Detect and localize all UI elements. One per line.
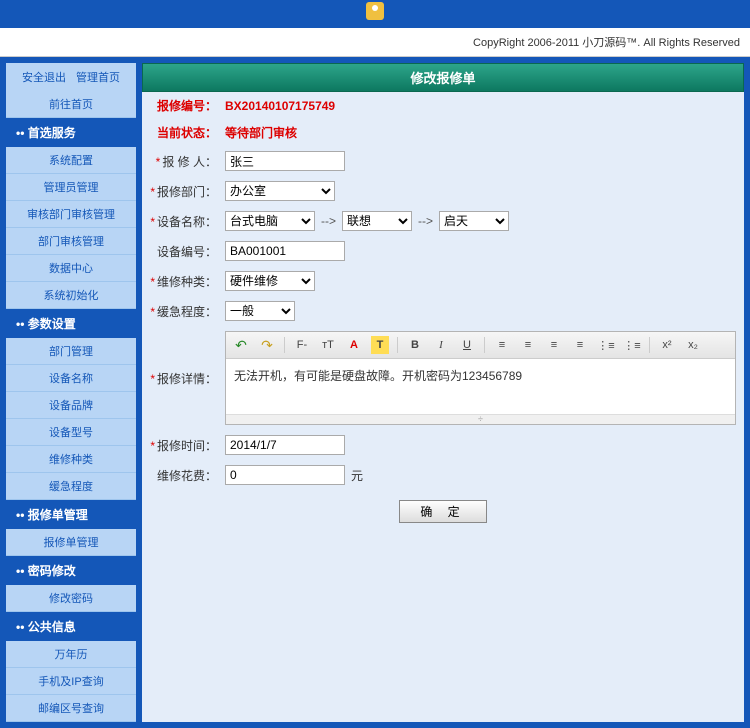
undo-icon[interactable]: ↶	[232, 336, 250, 354]
content-panel: 修改报修单 报修编号： BX20140107175749 当前状态： 等待部门审…	[142, 63, 744, 722]
repair-time-label: *报修时间：	[150, 437, 225, 454]
urgency-select[interactable]: 一般	[225, 301, 295, 321]
sidebar-item[interactable]: 部门管理	[6, 338, 136, 365]
cost-input[interactable]	[225, 465, 345, 485]
sidebar-item[interactable]: 设备名称	[6, 365, 136, 392]
details-label: *报修详情：	[150, 370, 225, 387]
status-label: 当前状态：	[150, 124, 225, 141]
ordered-list-icon[interactable]: ⋮≡	[597, 336, 615, 354]
repair-type-label: *维修种类：	[150, 273, 225, 290]
editor-textarea[interactable]: 无法开机，有可能是硬盘故障。开机密码为123456789	[226, 359, 735, 414]
copyright-bar: CopyRight 2006-2011 小刀源码™. All Rights Re…	[0, 28, 750, 57]
reporter-label: *报 修 人：	[150, 153, 225, 170]
rich-editor: ↶ ↷ F- тT A T B I U ≡ ≡ ≡	[225, 331, 736, 425]
admin-home-link[interactable]: 管理首页	[76, 72, 120, 84]
sidebar-item[interactable]: 审核部门审核管理	[6, 201, 136, 228]
sidebar-item[interactable]: 系统配置	[6, 147, 136, 174]
repair-time-input[interactable]	[225, 435, 345, 455]
subscript-icon[interactable]: x₂	[684, 336, 702, 354]
urgency-label: *缓急程度：	[150, 303, 225, 320]
sidebar-item[interactable]: 万年历	[6, 641, 136, 668]
cost-label: 维修花费：	[150, 467, 225, 484]
status-value: 等待部门审核	[225, 124, 297, 141]
font-size-icon[interactable]: тT	[319, 336, 337, 354]
device-no-input[interactable]	[225, 241, 345, 261]
panel-title: 修改报修单	[142, 63, 744, 92]
underline-icon[interactable]: U	[458, 336, 476, 354]
device-no-label: 设备编号：	[150, 243, 225, 260]
sidebar-item[interactable]: 修改密码	[6, 585, 136, 612]
unordered-list-icon[interactable]: ⋮≡	[623, 336, 641, 354]
cost-unit: 元	[351, 467, 363, 484]
repair-no-label: 报修编号：	[150, 97, 225, 114]
align-center-icon[interactable]: ≡	[519, 336, 537, 354]
arrow-icon: -->	[418, 214, 433, 228]
sidebar-pre-home[interactable]: 前往首页	[6, 91, 136, 118]
sidebar-item[interactable]: 系统初始化	[6, 282, 136, 309]
device-level1-select[interactable]: 台式电脑	[225, 211, 315, 231]
app-header	[0, 0, 750, 28]
redo-icon[interactable]: ↷	[258, 336, 276, 354]
app-logo-icon	[366, 2, 384, 20]
device-name-label: *设备名称：	[150, 213, 225, 230]
sidebar-item[interactable]: 数据中心	[6, 255, 136, 282]
align-left-icon[interactable]: ≡	[493, 336, 511, 354]
sidebar-item[interactable]: 手机及IP查询	[6, 668, 136, 695]
sidebar-section-header[interactable]: 参数设置	[6, 309, 136, 338]
sidebar-section-header[interactable]: 首选服务	[6, 118, 136, 147]
sidebar-item[interactable]: 设备品牌	[6, 392, 136, 419]
italic-icon[interactable]: I	[432, 336, 450, 354]
bold-icon[interactable]: B	[406, 336, 424, 354]
sidebar-item[interactable]: 报修单管理	[6, 529, 136, 556]
sidebar-section-header[interactable]: 报修单管理	[6, 500, 136, 529]
superscript-icon[interactable]: x²	[658, 336, 676, 354]
sidebar-section-header[interactable]: 公共信息	[6, 612, 136, 641]
sidebar-item[interactable]: 缓急程度	[6, 473, 136, 500]
font-color-icon[interactable]: A	[345, 336, 363, 354]
reporter-input[interactable]	[225, 151, 345, 171]
sidebar-item[interactable]: 管理员管理	[6, 174, 136, 201]
sidebar-item[interactable]: 设备型号	[6, 419, 136, 446]
device-level3-select[interactable]: 启天	[439, 211, 509, 231]
editor-resize-handle[interactable]: ÷	[226, 414, 735, 424]
arrow-icon: -->	[321, 214, 336, 228]
repair-no-value: BX20140107175749	[225, 99, 335, 113]
highlight-icon[interactable]: T	[371, 336, 389, 354]
sidebar-top-links: 安全退出 管理首页	[6, 63, 136, 91]
sidebar: 安全退出 管理首页 前往首页 首选服务系统配置管理员管理审核部门审核管理部门审核…	[6, 63, 136, 722]
editor-toolbar: ↶ ↷ F- тT A T B I U ≡ ≡ ≡	[226, 332, 735, 359]
device-level2-select[interactable]: 联想	[342, 211, 412, 231]
sidebar-item[interactable]: 维修种类	[6, 446, 136, 473]
font-family-icon[interactable]: F-	[293, 336, 311, 354]
department-select[interactable]: 办公室	[225, 181, 335, 201]
submit-button[interactable]: 确 定	[399, 500, 486, 523]
logout-link[interactable]: 安全退出	[22, 72, 66, 84]
department-label: *报修部门：	[150, 183, 225, 200]
align-justify-icon[interactable]: ≡	[571, 336, 589, 354]
repair-type-select[interactable]: 硬件维修	[225, 271, 315, 291]
sidebar-item[interactable]: 邮编区号查询	[6, 695, 136, 722]
sidebar-item[interactable]: 部门审核管理	[6, 228, 136, 255]
align-right-icon[interactable]: ≡	[545, 336, 563, 354]
sidebar-section-header[interactable]: 密码修改	[6, 556, 136, 585]
